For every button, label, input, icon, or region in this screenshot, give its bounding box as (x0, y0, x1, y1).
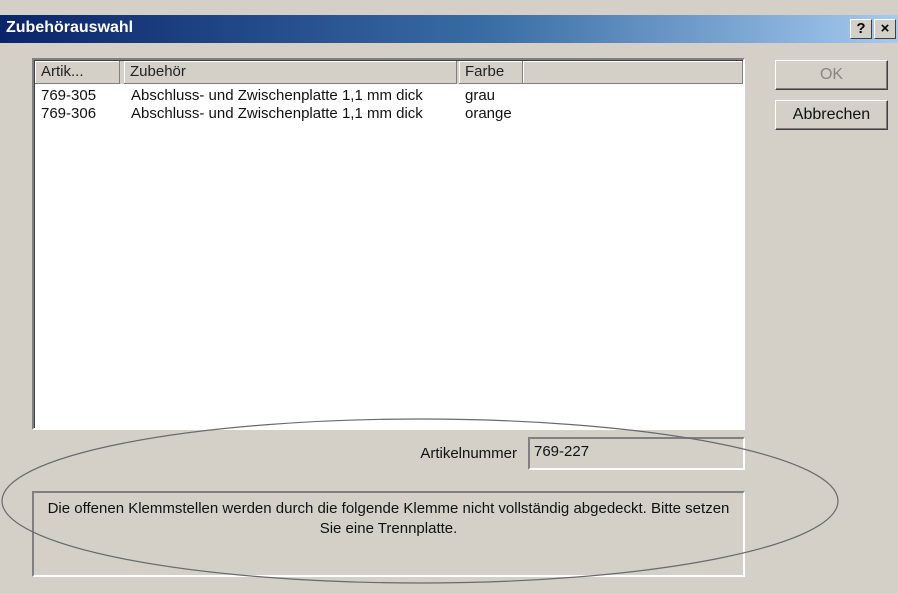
window-title: Zubehörauswahl (6, 19, 134, 36)
article-number-cell: 769-305 (41, 87, 97, 104)
accessory-name-cell: Abschluss- und Zwischenplatte 1,1 mm dic… (131, 87, 423, 104)
article-number-cell: 769-306 (41, 105, 97, 122)
accessory-list[interactable]: Artik... Zubehör Farbe 769-305 Abschluss… (32, 58, 745, 430)
accessory-name-cell: Abschluss- und Zwischenplatte 1,1 mm dic… (131, 105, 423, 122)
help-button[interactable]: ? (850, 19, 872, 39)
title-bar: Zubehörauswahl ? × (0, 15, 898, 43)
column-header-color[interactable]: Farbe (459, 61, 523, 84)
column-header-article[interactable]: Artik... (35, 61, 120, 84)
accessory-selection-dialog: Zubehörauswahl ? × Artik... Zubehör Farb… (0, 0, 898, 593)
close-button[interactable]: × (874, 19, 896, 39)
message-box: Die offenen Klemmstellen werden durch di… (32, 491, 745, 577)
article-number-label: Artikelnummer (420, 445, 517, 462)
message-text: Die offenen Klemmstellen werden durch di… (47, 500, 730, 537)
color-cell: grau (465, 87, 496, 104)
article-number-field: 769-227 (528, 437, 745, 470)
list-header: Artik... Zubehör Farbe (35, 61, 743, 84)
column-header-filler (523, 61, 743, 84)
list-item[interactable]: 769-305 Abschluss- und Zwischenplatte 1,… (35, 87, 735, 105)
ok-button[interactable]: OK (775, 60, 888, 90)
column-header-accessory[interactable]: Zubehör (124, 61, 457, 84)
color-cell: orange (465, 105, 512, 122)
list-item[interactable]: 769-306 Abschluss- und Zwischenplatte 1,… (35, 105, 735, 123)
cancel-button[interactable]: Abbrechen (775, 100, 888, 130)
